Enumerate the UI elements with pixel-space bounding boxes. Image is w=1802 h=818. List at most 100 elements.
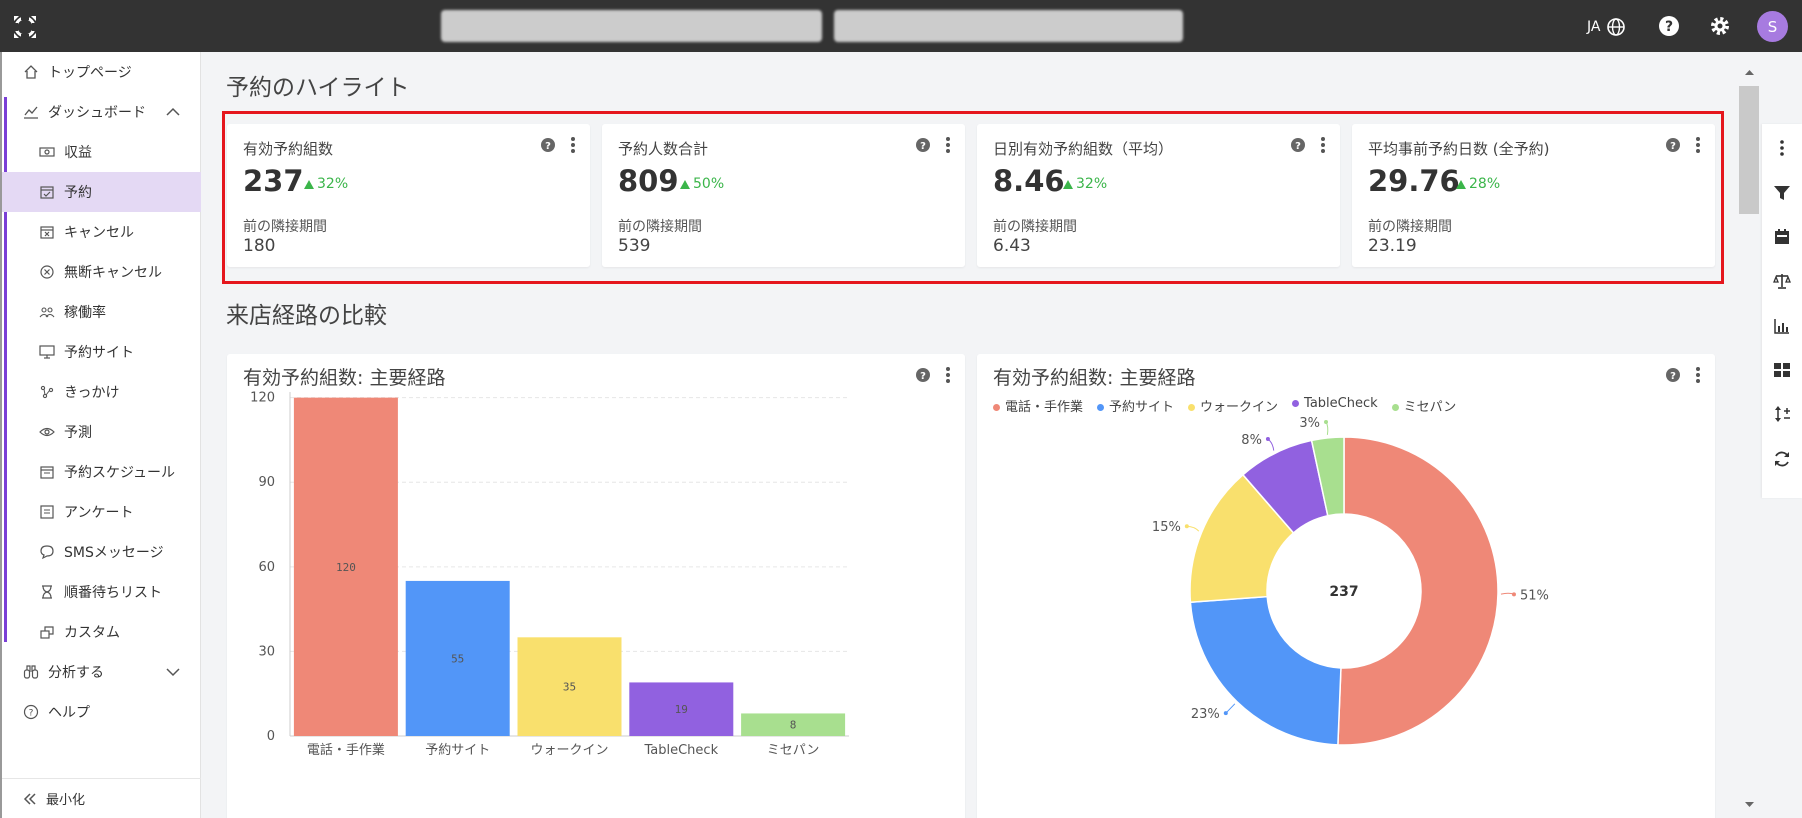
sidebar-item-label: ダッシュボード (48, 105, 146, 121)
sidebar-item-label: SMSメッセージ (64, 545, 164, 561)
custom-icon (38, 623, 56, 641)
people-icon (38, 303, 56, 321)
sidebar-item-no-shows[interactable]: 無断キャンセル (2, 252, 201, 292)
x-tick-label: ミセパン (767, 743, 820, 758)
avatar-letter: S (1767, 17, 1778, 36)
sidebar-item-occupancy[interactable]: 稼働率 (2, 292, 201, 332)
calendar-icon[interactable] (1773, 228, 1791, 246)
sidebar-item-survey[interactable]: アンケート (2, 492, 201, 532)
app-logo-icon[interactable] (12, 14, 38, 40)
slice-percent-label: 8% (1241, 433, 1262, 448)
balance-scale-icon[interactable] (1773, 272, 1791, 290)
bar-data-label: 35 (563, 681, 576, 694)
settings-gear-icon[interactable] (1708, 14, 1732, 38)
sidebar-item-top-page[interactable]: トップページ (2, 52, 201, 92)
redacted-selector-2[interactable] (834, 10, 1183, 42)
sidebar-item-booking-sites[interactable]: 予約サイト (2, 332, 201, 372)
calendar-x-icon (38, 223, 56, 241)
sidebar-item-analyze[interactable]: 分析する (2, 652, 201, 692)
sidebar-item-label: アンケート (64, 505, 134, 521)
y-tick-label: 90 (258, 475, 275, 490)
label-leader-dot (1324, 419, 1329, 424)
eye-icon (38, 423, 56, 441)
height-adjust-icon[interactable] (1773, 405, 1791, 423)
sidebar-item-label: 順番待ちリスト (64, 585, 162, 601)
binoculars-icon (22, 663, 40, 681)
y-tick-label: 60 (258, 560, 275, 575)
sidebar: トップページ ダッシュボード 収益 予約 キャンセル 無断キャンセル 稼働率 予… (0, 52, 201, 818)
bar-data-label: 55 (451, 652, 464, 665)
sidebar-item-label: 稼働率 (64, 305, 106, 321)
circle-x-icon (38, 263, 56, 281)
redacted-selector-1[interactable] (441, 10, 822, 42)
sidebar-item-triggers[interactable]: きっかけ (2, 372, 201, 412)
highlight-outline (222, 111, 1724, 284)
user-avatar[interactable]: S (1757, 11, 1788, 42)
sidebar-item-forecast[interactable]: 予測 (2, 412, 201, 452)
form-icon (38, 503, 56, 521)
calendar-icon (38, 463, 56, 481)
help-icon[interactable]: ? (1657, 14, 1681, 38)
sidebar-item-label: きっかけ (64, 385, 120, 401)
slice-percent-label: 3% (1299, 416, 1320, 431)
donut-slice (1189, 595, 1342, 746)
slice-percent-label: 15% (1152, 520, 1181, 535)
compare-section-title: 来店経路の比較 (226, 303, 387, 329)
hourglass-icon (38, 583, 56, 601)
language-switch[interactable]: JA (1587, 17, 1626, 37)
sidebar-item-dashboard[interactable]: ダッシュボード (2, 92, 201, 132)
x-tick-label: ウォークイン (530, 743, 608, 758)
sidebar-item-cancellations[interactable]: キャンセル (2, 212, 201, 252)
label-leader-dot (1184, 524, 1189, 529)
filter-icon[interactable] (1773, 184, 1791, 202)
x-tick-label: TableCheck (643, 743, 718, 758)
highlight-section-title: 予約のハイライト (226, 75, 410, 101)
sidebar-item-sms[interactable]: SMSメッセージ (2, 532, 201, 572)
donut-chart: 51% 23% 15% 8% 3% 237 (1152, 416, 1549, 746)
label-leader-dot (1265, 436, 1270, 441)
sidebar-item-label: 予測 (64, 425, 92, 441)
scrollbar-thumb[interactable] (1739, 86, 1759, 214)
bar-chart-icon[interactable] (1773, 317, 1791, 335)
sidebar-item-label: キャンセル (64, 225, 134, 241)
main-content: 予約のハイライト 有効予約組数 ? 237 32% 前の隣接期間 180 予約人… (202, 52, 1737, 818)
double-chevron-left-icon (23, 792, 36, 805)
grid-layout-icon[interactable] (1773, 361, 1791, 379)
top-bar: JA ? S (0, 0, 1802, 52)
y-tick-label: 120 (250, 391, 275, 406)
sidebar-item-reservations[interactable]: 予約 (2, 172, 201, 212)
bar-data-label: 8 (790, 719, 797, 732)
svg-text:?: ? (1665, 19, 1673, 35)
refresh-icon[interactable] (1773, 450, 1791, 468)
sidebar-item-label: 予約サイト (64, 345, 134, 361)
label-leader-dot (1223, 711, 1228, 716)
sidebar-item-label: カスタム (64, 625, 120, 641)
sidebar-item-custom[interactable]: カスタム (2, 612, 201, 652)
donut-chart-card: 有効予約組数: 主要経路 ? 電話・手作業 予約サイト ウォークイン TableChe… (977, 354, 1715, 818)
sidebar-item-label: トップページ (48, 65, 132, 81)
sidebar-item-revenue[interactable]: 収益 (2, 132, 201, 172)
sidebar-item-label: 収益 (64, 145, 92, 161)
scroll-down-arrow-icon[interactable] (1737, 799, 1762, 811)
slice-percent-label: 23% (1191, 707, 1220, 722)
sidebar-item-schedule[interactable]: 予約スケジュール (2, 452, 201, 492)
minimize-button[interactable]: 最小化 (2, 778, 201, 818)
chevron-up-icon[interactable] (165, 104, 181, 120)
nodes-icon (38, 383, 56, 401)
bar-data-label: 19 (675, 703, 688, 716)
bar-chart: 0 30 60 90 120 120 電話・手作業 55 予約サイト 35 ウォークイン 19 Tabl… (250, 391, 849, 758)
svg-text:?: ? (29, 709, 34, 719)
chart-line-icon (22, 103, 40, 121)
money-icon (38, 143, 56, 161)
donut-slice (1337, 436, 1499, 746)
sidebar-item-label: 予約スケジュール (64, 465, 176, 481)
more-vertical-icon[interactable] (1773, 139, 1791, 157)
x-tick-label: 予約サイト (425, 743, 490, 758)
chevron-down-icon[interactable] (165, 664, 181, 680)
calendar-check-icon (38, 183, 56, 201)
sidebar-item-waitlist[interactable]: 順番待ちリスト (2, 572, 201, 612)
y-tick-label: 0 (267, 729, 275, 744)
scroll-up-arrow-icon[interactable] (1737, 66, 1762, 78)
sidebar-item-help[interactable]: ? ヘルプ (2, 692, 201, 732)
language-code: JA (1587, 19, 1601, 35)
